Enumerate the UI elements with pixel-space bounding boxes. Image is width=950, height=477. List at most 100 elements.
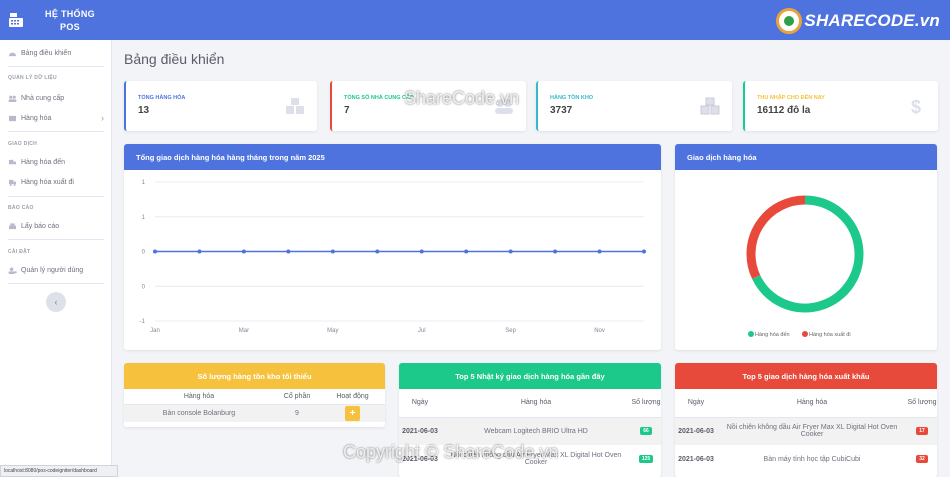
data-point [419, 249, 424, 254]
table-row: 2021-06-03 Nồi chiên không dầu Air Fryer… [399, 445, 661, 473]
legend-label: Hàng hóa đến [755, 332, 790, 338]
print-icon [9, 222, 16, 229]
cell-item: Bàn máy tính học tập CubiCubi [763, 455, 861, 463]
add-stock-button[interactable]: + [345, 405, 360, 421]
sidebar-item-dashboard[interactable]: Bảng điều khiển [8, 46, 71, 60]
col-header-qty: Số lượng [907, 399, 937, 407]
table-row: 2021-06-03 Bàn máy tính học tập CubiCubi… [675, 445, 937, 473]
monthly-line-chart: 1 1 0 0 -1 Jan Mar May Jul Sep Nov [140, 180, 646, 334]
sidebar-item-goods-in[interactable]: Hàng hóa đến [8, 155, 65, 169]
cash-register-icon [9, 13, 23, 27]
box-icon [9, 115, 16, 121]
sidebar-item-label: Hàng hóa xuất đi [21, 178, 74, 186]
y-tick-label: 1 [142, 180, 146, 186]
data-point [330, 249, 335, 254]
sidebar-item-users[interactable]: Quản lý người dùng [8, 263, 83, 277]
recent-in-card: Top 5 Nhật ký giao dịch hàng hóa gần đây… [399, 363, 661, 477]
users-icon [8, 95, 17, 102]
low-stock-table: Hàng hóa Cổ phần Hoạt động Bàn console B… [124, 389, 385, 422]
cell-action: + [320, 404, 385, 422]
sidebar-heading-reports: BÁO CÁO [8, 205, 34, 211]
stat-label: TỔNG HÀNG HÓA [138, 95, 186, 101]
y-tick-label: 0 [142, 250, 146, 256]
x-tick-label: Sep [505, 328, 516, 334]
qty-badge: 125 [638, 455, 654, 463]
sidebar-item-label: Nhà cung cấp [21, 94, 65, 102]
stat-card-total-suppliers: TỔNG SỐ NHÀ CUNG CẤP 7 [330, 81, 526, 131]
cubes-icon [700, 97, 720, 115]
qty-badge: 32 [916, 455, 928, 463]
transactions-donut-chart: Hàng hóa đến Hàng hóa xuất đi [746, 195, 864, 338]
col-header-date: Ngày [687, 399, 705, 407]
x-tick-label: Jul [418, 328, 426, 334]
sidebar-item-label: Lấy báo cáo [21, 222, 60, 230]
sidebar-item-products[interactable]: Hàng hóa › [8, 111, 104, 125]
sidebar-item-label: Bảng điều khiển [21, 49, 72, 57]
dollar-icon: $ [911, 97, 921, 115]
cell-item: Bàn console Bolanburg [162, 409, 236, 417]
stat-value: 3737 [550, 105, 573, 116]
data-point [597, 249, 602, 254]
sidebar-item-label: Hàng hóa [21, 114, 52, 122]
sidebar-heading-transactions: GIAO DỊCH [8, 141, 38, 147]
data-point [508, 249, 513, 254]
card-title: Tổng giao dịch hàng hóa hàng tháng trong… [124, 144, 661, 170]
sidebar-heading-settings: CÀI ĐẶT [8, 249, 31, 255]
data-point [642, 249, 646, 254]
stat-label: THU NHẬP CHO ĐẾN NAY [757, 95, 825, 101]
sidebar-divider [8, 66, 104, 67]
col-header-qty: Cổ phần [283, 392, 311, 400]
cell-item: Webcam Logitech BRIO Ultra HD [484, 427, 588, 435]
stat-card-inventory: HÀNG TỒN KHO 3737 [536, 81, 732, 131]
data-point [553, 249, 558, 254]
brand-link[interactable]: HỆ THỐNG POS [0, 0, 110, 40]
stat-card-total-products: TỔNG HÀNG HÓA 13 [124, 81, 317, 131]
col-header-item: Hàng hóa [796, 399, 828, 407]
gauge-icon [9, 52, 16, 56]
stat-label: HÀNG TỒN KHO [550, 95, 594, 101]
col-header-date: Ngày [411, 399, 429, 407]
truck-loading-icon [9, 159, 16, 164]
logo-text: SHARECODE.vn [804, 11, 940, 30]
sharecode-logo: SHARECODE.vn [776, 8, 940, 34]
svg-text:$: $ [911, 97, 921, 115]
legend-swatch [748, 331, 754, 337]
sidebar-toggle-button[interactable]: ‹ [46, 292, 66, 312]
x-tick-label: Mar [239, 328, 249, 334]
qty-badge: 66 [640, 427, 652, 436]
sidebar-item-suppliers[interactable]: Nhà cung cấp [8, 91, 64, 105]
stat-value: 16112 đô la [757, 105, 811, 116]
page-title: Bảng điều khiển [124, 51, 225, 67]
qty-badge: 17 [916, 427, 928, 436]
stat-value: 7 [344, 105, 350, 116]
brand-line-1: HỆ THỐNG [45, 9, 95, 19]
top-navbar: HỆ THỐNG POS SHARECODE.vn [0, 0, 950, 40]
x-tick-label: May [327, 328, 338, 334]
table-header-row: Hàng hóa Cổ phần Hoạt động [124, 389, 385, 404]
sidebar: Bảng điều khiển QUẢN LÝ DỮ LIỆU Nhà cung… [0, 40, 112, 477]
sidebar-item-label: Quản lý người dùng [21, 266, 84, 274]
y-tick-label: 1 [142, 215, 146, 221]
recent-out-card: Top 5 giao dịch hàng hóa xuất khẩu Ngày … [675, 363, 937, 477]
sidebar-item-report[interactable]: Lấy báo cáo [8, 219, 59, 233]
y-tick-label: 0 [142, 284, 146, 290]
monthly-transactions-card: Tổng giao dịch hàng hóa hàng tháng trong… [124, 144, 661, 350]
table-row: 2021-06-03 Webcam Logitech BRIO Ultra HD… [399, 417, 661, 445]
sidebar-divider [8, 239, 104, 240]
cell-date: 2021-06-03 [678, 427, 714, 435]
sidebar-item-goods-out[interactable]: Hàng hóa xuất đi [8, 175, 74, 189]
transactions-pie-card: Giao dịch hàng hóa Hàng hóa đến Hàng hóa … [675, 144, 937, 350]
col-header-qty: Số lượng [631, 399, 661, 407]
brand-title: HỆ THỐNG POS [28, 8, 112, 34]
recent-out-table: Ngày Hàng hóa Số lượng 2021-06-03 Nồi ch… [675, 389, 937, 473]
card-title: Giao dịch hàng hóa [675, 144, 937, 170]
cell-item: Nồi chiên không dầu Air Fryer Max XL Dig… [450, 452, 622, 466]
sidebar-divider [8, 283, 104, 284]
browser-status-url: localhost:8080/pos-codeigniter/dashboard [0, 465, 118, 477]
table-row: 2021-06-03 Nồi chiên không dầu Air Fryer… [675, 417, 937, 445]
sidebar-divider [8, 196, 104, 197]
cell-item: Nồi chiên không dầu Air Fryer Max XL Dig… [726, 424, 898, 439]
truck-icon [9, 179, 16, 186]
table-row: Bàn console Bolanburg 9 + [124, 404, 385, 422]
legend-label: Hàng hóa xuất đi [809, 332, 851, 338]
